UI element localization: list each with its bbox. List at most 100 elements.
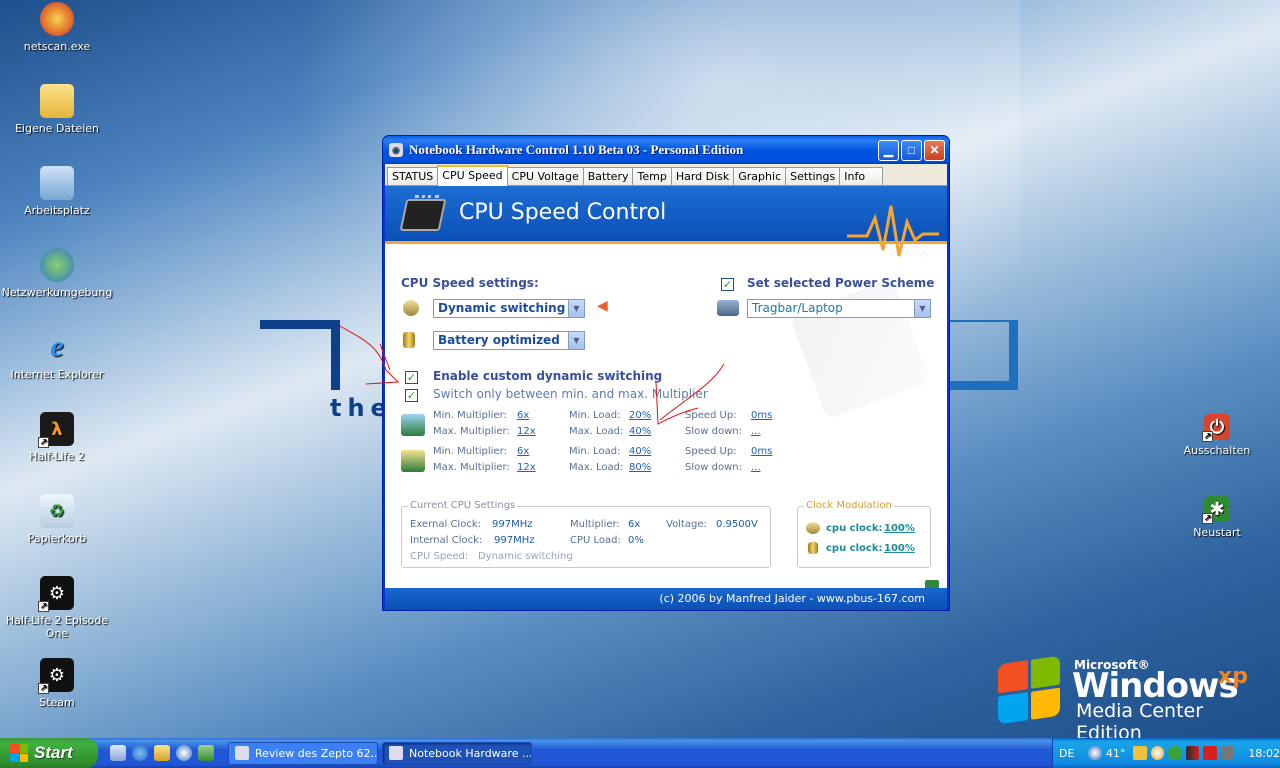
desktop-icon-eigene-dateien[interactable]: Eigene Dateien xyxy=(1,84,113,135)
tray-acrobat-icon[interactable] xyxy=(1203,746,1217,760)
pulse-wave-icon xyxy=(847,205,939,257)
bat-max-mult-link[interactable]: 12x xyxy=(517,426,536,437)
browser-window-icon xyxy=(235,746,249,760)
ac-min-load-link[interactable]: 40% xyxy=(629,446,651,457)
steam-icon: ⚙ ↗ xyxy=(38,658,74,694)
tab-status[interactable]: STATUS xyxy=(387,167,439,185)
desktop-icon-half-life-2[interactable]: λ ↗ Half-Life 2 xyxy=(1,412,113,463)
language-indicator[interactable]: DE xyxy=(1059,747,1074,760)
desktop-icon-internet-explorer[interactable]: e Internet Explorer xyxy=(1,330,113,381)
clock-mod-link-2[interactable]: 100% xyxy=(884,543,915,554)
wallpaper-shape xyxy=(940,320,1018,390)
enable-custom-checkbox[interactable]: ✓ xyxy=(405,371,418,384)
desktop-icon-papierkorb[interactable]: ♻ Papierkorb xyxy=(1,494,113,545)
start-button[interactable]: Start xyxy=(0,738,98,768)
bat-min-mult-link[interactable]: 6x xyxy=(517,410,529,421)
set-power-scheme-label: Set selected Power Scheme xyxy=(747,276,935,290)
bat-min-mult-label: Min. Multiplier: xyxy=(433,410,507,421)
desktop-icon-neustart[interactable]: ✱ ↗ Neustart xyxy=(1161,496,1273,539)
desktop-icon-label: Papierkorb xyxy=(27,532,87,545)
mode-select-value: Dynamic switching xyxy=(438,301,566,315)
desktop-icon-netscan[interactable]: netscan.exe xyxy=(1,2,113,53)
clock-modulation-group: Clock Modulation cpu clock: 100% cpu clo… xyxy=(797,500,931,568)
tab-settings[interactable]: Settings xyxy=(785,167,841,185)
window-titlebar[interactable]: ◉ Notebook Hardware Control 1.10 Beta 03… xyxy=(383,136,949,164)
desktop-icon-label: Ausschalten xyxy=(1183,444,1251,457)
ac-speed-up-link[interactable]: 0ms xyxy=(751,446,772,457)
tab-hard-disk[interactable]: Hard Disk xyxy=(670,167,735,185)
temperature-icon[interactable] xyxy=(1088,746,1102,760)
minimize-button[interactable]: ▁ xyxy=(878,139,899,161)
tray-app-icon[interactable] xyxy=(1133,746,1147,760)
cpu-speed-label: CPU Speed: xyxy=(410,551,469,562)
tab-bar: STATUS CPU Speed CPU Voltage Battery Tem… xyxy=(385,164,947,186)
battery-icon xyxy=(808,542,818,554)
shortcut-arrow-icon: ↗ xyxy=(38,601,49,612)
set-power-scheme-checkbox[interactable]: ✓ xyxy=(721,278,734,291)
cpu-load-value: 0% xyxy=(628,535,644,546)
tab-temp[interactable]: Temp xyxy=(632,167,672,185)
maximize-button[interactable]: □ xyxy=(901,139,922,161)
tab-info[interactable]: Info xyxy=(839,167,884,185)
shortcut-arrow-icon: ↗ xyxy=(38,437,49,448)
desktop-icon-label: Internet Explorer xyxy=(10,368,104,381)
bat-speed-up-link[interactable]: 0ms xyxy=(751,410,772,421)
voltage-label: Voltage: xyxy=(666,519,707,530)
desktop-icon-netzwerkumgebung[interactable]: Netzwerkumgebung xyxy=(1,248,113,299)
battery-profile-icon xyxy=(401,414,425,436)
close-button[interactable]: ✕ xyxy=(924,139,945,161)
clock[interactable]: 18:02 xyxy=(1248,747,1280,760)
bat-max-load-link[interactable]: 40% xyxy=(629,426,651,437)
task-review-zepto[interactable]: Review des Zepto 62... xyxy=(228,741,378,765)
task-notebook-hardware[interactable]: Notebook Hardware ... xyxy=(382,741,532,765)
ac-min-mult-label: Min. Multiplier: xyxy=(433,446,507,457)
media-player-icon[interactable] xyxy=(176,745,192,761)
bat-slow-down-link[interactable]: ... xyxy=(751,426,761,437)
desktop-icon-label: Eigene Dateien xyxy=(14,122,100,135)
desktop-icon-label: Steam xyxy=(39,696,75,709)
int-clock-value: 997MHz xyxy=(494,535,535,546)
tray-green-icon[interactable] xyxy=(1168,746,1182,760)
steam-icon: ⚙ ↗ xyxy=(38,576,74,612)
tab-battery[interactable]: Battery xyxy=(582,167,634,185)
desktop-icon-steam[interactable]: ⚙ ↗ Steam xyxy=(1,658,113,709)
orange-arrow-icon: ◀ xyxy=(597,298,608,314)
half-life-icon: λ ↗ xyxy=(38,412,74,448)
windows-flag-icon xyxy=(998,655,1060,725)
system-tray: DE 41° 18:02 xyxy=(1052,738,1280,768)
internet-explorer-icon[interactable] xyxy=(132,745,148,761)
profile-select[interactable]: Battery optimized ▼ xyxy=(433,331,585,350)
internet-explorer-icon: e xyxy=(50,330,64,363)
desktop-icon-ausschalten[interactable]: ⏻ ↗ Ausschalten xyxy=(1161,414,1273,457)
show-desktop-icon[interactable] xyxy=(110,745,126,761)
bat-min-load-link[interactable]: 20% xyxy=(629,410,651,421)
switch-only-checkbox[interactable]: ✓ xyxy=(405,389,418,402)
bat-slow-down-label: Slow down: xyxy=(685,426,742,437)
ac-max-load-link[interactable]: 80% xyxy=(629,462,651,473)
tab-graphic[interactable]: Graphic xyxy=(733,167,787,185)
folder-icon xyxy=(40,84,74,118)
ac-max-load-label: Max. Load: xyxy=(569,462,624,473)
tray-clock-icon[interactable] xyxy=(1150,746,1165,760)
tray-status-icon[interactable] xyxy=(1185,746,1200,760)
enable-custom-label: Enable custom dynamic switching xyxy=(433,369,663,383)
desktop-icon-label: netscan.exe xyxy=(23,40,91,53)
cpu-speed-value: Dynamic switching xyxy=(478,551,573,562)
outlook-icon[interactable] xyxy=(154,745,170,761)
power-scheme-select[interactable]: Tragbar/Laptop ▼ xyxy=(747,299,931,318)
bat-speed-up-label: Speed Up: xyxy=(685,410,737,421)
tab-cpu-speed[interactable]: CPU Speed xyxy=(437,165,508,186)
desktop-icon-arbeitsplatz[interactable]: Arbeitsplatz xyxy=(1,166,113,217)
clock-mod-link-1[interactable]: 100% xyxy=(884,523,915,534)
ac-slow-down-link[interactable]: ... xyxy=(751,462,761,473)
ac-min-mult-link[interactable]: 6x xyxy=(517,446,529,457)
tab-cpu-voltage[interactable]: CPU Voltage xyxy=(506,167,584,185)
desktop-icon-label: Half-Life 2 Episode One xyxy=(5,614,109,640)
media-center-icon[interactable] xyxy=(198,745,214,761)
current-cpu-settings-legend: Current CPU Settings xyxy=(408,500,518,511)
tray-device-icon[interactable] xyxy=(1220,746,1235,760)
mode-select[interactable]: Dynamic switching ▼ xyxy=(433,299,585,318)
ac-max-mult-link[interactable]: 12x xyxy=(517,462,536,473)
app-icon: ◉ xyxy=(389,143,403,157)
desktop-icon-hl2-episode-one[interactable]: ⚙ ↗ Half-Life 2 Episode One xyxy=(1,576,113,640)
